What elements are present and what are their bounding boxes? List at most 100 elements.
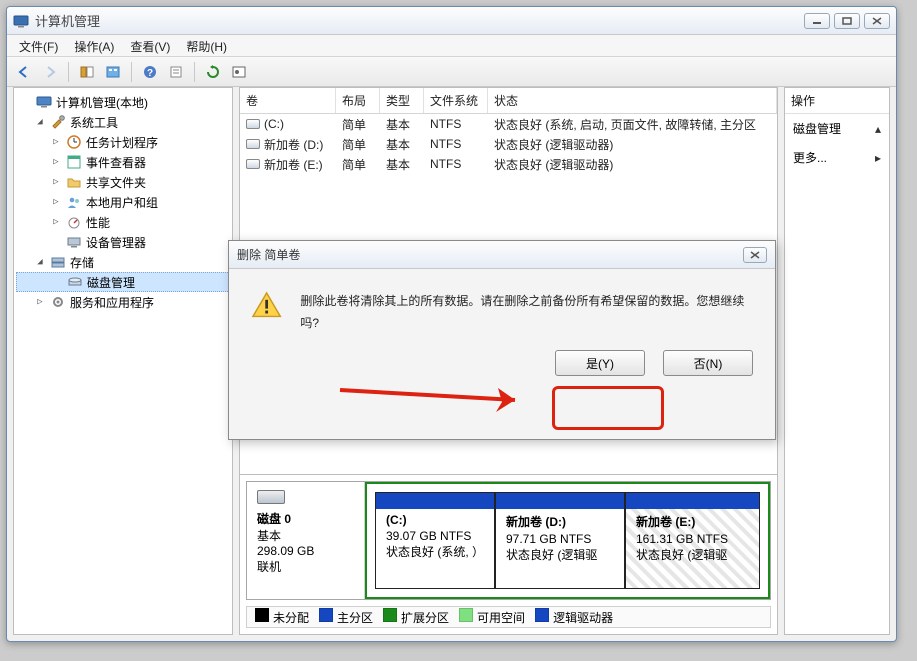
close-button[interactable] xyxy=(864,13,890,29)
vol-name: 新加卷 (E:) xyxy=(264,156,323,173)
legend-label: 未分配 xyxy=(273,611,309,625)
tree-shared-folders[interactable]: ▷ 共享文件夹 xyxy=(16,172,230,192)
col-volume[interactable]: 卷 xyxy=(240,88,336,113)
tree-system-tools[interactable]: ◢ 系统工具 xyxy=(16,112,230,132)
dialog-title-bar: 删除 简单卷 xyxy=(229,241,775,269)
dialog-yes-button[interactable]: 是(Y) xyxy=(555,350,645,376)
expander-icon[interactable]: ▷ xyxy=(50,177,62,187)
dialog-title: 删除 简单卷 xyxy=(237,246,743,263)
vol-layout: 简单 xyxy=(336,156,380,173)
actions-header: 操作 xyxy=(785,88,889,114)
vol-layout: 简单 xyxy=(336,116,380,133)
view-icons-button[interactable] xyxy=(102,61,124,83)
vol-fs: NTFS xyxy=(424,137,488,151)
tree-event-viewer[interactable]: ▷ 事件查看器 xyxy=(16,152,230,172)
minimize-button[interactable] xyxy=(804,13,830,29)
legend-label: 可用空间 xyxy=(477,611,525,625)
refresh-button[interactable] xyxy=(202,61,224,83)
disk-name: 磁盘 0 xyxy=(257,510,354,527)
col-fs[interactable]: 文件系统 xyxy=(424,88,488,113)
expander-icon[interactable]: ▷ xyxy=(34,297,46,307)
menu-help[interactable]: 帮助(H) xyxy=(178,35,235,56)
col-type[interactable]: 类型 xyxy=(380,88,424,113)
window-title: 计算机管理 xyxy=(35,11,804,30)
warning-icon xyxy=(251,291,282,319)
col-status[interactable]: 状态 xyxy=(488,88,777,113)
partition-e[interactable]: 新加卷 (E:) 161.31 GB NTFS 状态良好 (逻辑驱 xyxy=(625,492,760,589)
event-icon xyxy=(66,154,82,170)
tree-panel: 计算机管理(本地) ◢ 系统工具 ▷ 任务计划程序 ▷ 事件查看器 xyxy=(13,87,233,635)
expander-icon[interactable]: ▷ xyxy=(50,197,62,207)
menu-action[interactable]: 操作(A) xyxy=(66,35,122,56)
show-hide-tree-button[interactable] xyxy=(76,61,98,83)
actions-disk-mgmt[interactable]: 磁盘管理 ▴ xyxy=(785,114,889,143)
tree-services-apps[interactable]: ▷ 服务和应用程序 xyxy=(16,292,230,312)
menu-bar: 文件(F) 操作(A) 查看(V) 帮助(H) xyxy=(7,35,896,57)
properties-button[interactable] xyxy=(165,61,187,83)
app-icon xyxy=(13,13,29,29)
volume-row[interactable]: 新加卷 (E:) 简单 基本 NTFS 状态良好 (逻辑驱动器) xyxy=(240,154,777,174)
legend-swatch-unalloc xyxy=(255,608,269,622)
disk-info[interactable]: 磁盘 0 基本 298.09 GB 联机 xyxy=(247,482,365,599)
toolbar: ? xyxy=(7,57,896,87)
disk-state: 联机 xyxy=(257,558,354,575)
disk-legend: 未分配 主分区 扩展分区 可用空间 逻辑驱动器 xyxy=(246,606,771,628)
tree-storage[interactable]: ◢ 存储 xyxy=(16,252,230,272)
back-button[interactable] xyxy=(13,61,35,83)
help-button[interactable]: ? xyxy=(139,61,161,83)
title-bar: 计算机管理 xyxy=(7,7,896,35)
expander-icon[interactable]: ▷ xyxy=(50,217,62,227)
actions-panel: 操作 磁盘管理 ▴ 更多... ▸ xyxy=(784,87,890,635)
partition-label: 新加卷 (E:) xyxy=(636,513,749,530)
legend-label: 逻辑驱动器 xyxy=(553,611,613,625)
tree-label: 存储 xyxy=(70,254,94,271)
legend-swatch-logical xyxy=(535,608,549,622)
performance-icon xyxy=(66,214,82,230)
disk-type: 基本 xyxy=(257,527,354,544)
vol-type: 基本 xyxy=(380,116,424,133)
action-label: 磁盘管理 xyxy=(793,120,841,137)
tree-label: 服务和应用程序 xyxy=(70,294,154,311)
tree-label: 任务计划程序 xyxy=(86,134,158,151)
chevron-up-icon: ▴ xyxy=(875,122,881,136)
chevron-right-icon: ▸ xyxy=(875,151,881,165)
drive-icon xyxy=(246,139,260,149)
partition-status: 状态良好 (逻辑驱 xyxy=(506,546,614,563)
partition-size: 97.71 GB NTFS xyxy=(506,532,614,546)
vol-type: 基本 xyxy=(380,156,424,173)
volume-row[interactable]: 新加卷 (D:) 简单 基本 NTFS 状态良好 (逻辑驱动器) xyxy=(240,134,777,154)
clock-icon xyxy=(66,134,82,150)
partition-c[interactable]: (C:) 39.07 GB NTFS 状态良好 (系统, ） xyxy=(375,492,495,589)
menu-view[interactable]: 查看(V) xyxy=(122,35,178,56)
menu-file[interactable]: 文件(F) xyxy=(11,35,66,56)
partition-d[interactable]: 新加卷 (D:) 97.71 GB NTFS 状态良好 (逻辑驱 xyxy=(495,492,625,589)
vol-type: 基本 xyxy=(380,136,424,153)
tree-disk-management[interactable]: 磁盘管理 xyxy=(16,272,230,292)
tree-performance[interactable]: ▷ 性能 xyxy=(16,212,230,232)
expander-icon[interactable]: ◢ xyxy=(34,117,46,127)
actions-more[interactable]: 更多... ▸ xyxy=(785,143,889,172)
col-layout[interactable]: 布局 xyxy=(336,88,380,113)
svg-text:?: ? xyxy=(147,68,153,79)
maximize-button[interactable] xyxy=(834,13,860,29)
drive-icon xyxy=(246,159,260,169)
users-icon xyxy=(66,194,82,210)
expander-icon[interactable]: ◢ xyxy=(34,257,46,267)
volume-row[interactable]: (C:) 简单 基本 NTFS 状态良好 (系统, 启动, 页面文件, 故障转储… xyxy=(240,114,777,134)
vol-status: 状态良好 (逻辑驱动器) xyxy=(488,156,777,173)
list-settings-button[interactable] xyxy=(228,61,250,83)
tree-local-users[interactable]: ▷ 本地用户和组 xyxy=(16,192,230,212)
forward-button[interactable] xyxy=(39,61,61,83)
tree-task-scheduler[interactable]: ▷ 任务计划程序 xyxy=(16,132,230,152)
tree-label: 性能 xyxy=(86,214,110,231)
volume-list-header: 卷 布局 类型 文件系统 状态 xyxy=(240,88,777,114)
expander-icon[interactable]: ▷ xyxy=(50,157,62,167)
partition-status: 状态良好 (系统, ） xyxy=(386,543,484,560)
dialog-no-button[interactable]: 否(N) xyxy=(663,350,753,376)
disk-size: 298.09 GB xyxy=(257,544,354,558)
tree-device-manager[interactable]: 设备管理器 xyxy=(16,232,230,252)
vol-layout: 简单 xyxy=(336,136,380,153)
dialog-close-button[interactable] xyxy=(743,247,767,263)
tree-root[interactable]: 计算机管理(本地) xyxy=(16,92,230,112)
expander-icon[interactable]: ▷ xyxy=(50,137,62,147)
